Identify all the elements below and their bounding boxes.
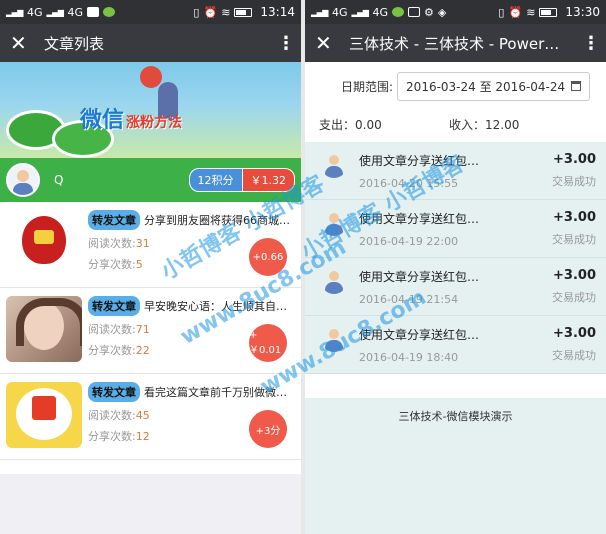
carrier-label: 4G [26,5,43,19]
signal-icon: ▂▄▆ [6,7,23,17]
clock: 13:14 [260,5,295,19]
transaction-row[interactable]: 使用文章分享送红包… 2016-04-19 22:00 +3.00 交易成功 [305,200,606,258]
transaction-status: 交易成功 [552,291,596,304]
carrier-label: 4G [372,5,388,19]
transaction-title: 使用文章分享送红包… [359,328,480,342]
transaction-date: 2016-04-19 22:00 [359,235,459,248]
transaction-title: 使用文章分享送红包… [359,154,480,168]
transaction-title: 使用文章分享送红包… [359,212,480,226]
points-badge[interactable]: 12积分 [188,168,243,192]
vibrate-icon: ▯ [193,5,200,19]
expense-total: 支出：0.00 [319,117,382,132]
article-title: 看完这篇文章前千万别做微… [144,386,287,399]
repost-tag: 转发文章 [88,296,140,316]
reward-button[interactable]: +0.66 [249,238,287,276]
article-title: 早安晚安心语：人生顺其自… [144,300,287,313]
reward-button[interactable]: +￥0.01 [249,324,287,362]
user-bar: Q 12积分 ￥1.32 [0,158,301,202]
clock: 13:30 [565,5,600,19]
message-icon [87,7,99,17]
status-bar: ▂▄▆ 4G ▂▄▆ 4G ▯ ⏰ ≋ 13:14 [0,0,301,24]
alarm-icon: ⏰ [203,5,218,19]
more-menu-icon[interactable]: ⋮ [277,33,295,54]
message-icon [408,7,420,17]
signal-icon: ▂▄▆ [351,7,369,17]
page-footer: 三体技术-微信模块演示 [305,398,606,534]
more-menu-icon[interactable]: ⋮ [582,33,600,54]
transaction-date: 2016-04-19 18:40 [359,351,459,364]
list-item[interactable]: 转发文章 看完这篇文章前千万别做微… 阅读次数:45 分享次数:12 +3分 [0,374,301,460]
settings-icon: ⚙ [424,5,434,19]
megaphone-icon [140,66,162,88]
wifi-icon: ≋ [526,5,536,19]
avatar [321,268,347,294]
list-item[interactable]: 转发文章 分享到朋友圈将获得66商城… 阅读次数:31 分享次数:5 +0.66 [0,202,301,288]
article-thumbnail [6,210,82,276]
nav-bar: ✕ 文章列表 ⋮ [0,24,301,62]
date-range-value: 2016-03-24 至 2016-04-24 [406,79,566,94]
transaction-row[interactable]: 使用文章分享送红包… 2016-04-19 18:40 +3.00 交易成功 [305,316,606,374]
avatar[interactable] [6,163,40,197]
transaction-row[interactable]: 使用文章分享送红包… 2016-04-19 21:54 +3.00 交易成功 [305,258,606,316]
vibrate-icon: ▯ [498,5,505,19]
status-bar: ▂▄▆ 4G ▂▄▆ 4G ⚙ ◈ ▯ ⏰ ≋ 13:30 [305,0,606,24]
date-range-label: 日期范围: [341,79,394,94]
date-range-input[interactable]: 2016-03-24 至 2016-04-24 [397,71,591,101]
repost-tag: 转发文章 [88,210,140,230]
transaction-status: 交易成功 [552,233,596,246]
transaction-amount: +3.00 [553,152,596,167]
battery-icon [539,7,558,17]
empty-area [0,474,301,534]
close-icon[interactable]: ✕ [315,31,349,55]
balance-summary: 支出：0.00 收入：12.00 [305,106,606,142]
transaction-amount: +3.00 [553,210,596,225]
carrier-label: 4G [67,5,83,19]
shield-icon: ◈ [437,5,447,19]
alarm-icon: ⏰ [508,5,523,19]
transaction-amount: +3.00 [553,326,596,341]
transaction-title: 使用文章分享送红包… [359,270,480,284]
transaction-date: 2016-04-19 21:54 [359,293,459,306]
signal-icon: ▂▄▆ [46,7,64,17]
article-thumbnail [6,296,82,362]
signal-icon: ▂▄▆ [311,7,328,17]
app-icon [392,7,404,17]
page-title: 文章列表 [44,34,105,53]
left-phone-screen: ▂▄▆ 4G ▂▄▆ 4G ▯ ⏰ ≋ 13:14 ✕ 文章列表 ⋮ 微信 涨粉方… [0,0,301,534]
wifi-icon: ≋ [221,5,231,19]
banner-title: 微信 涨粉方法 [80,108,183,133]
date-range-bar: 日期范围: 2016-03-24 至 2016-04-24 [305,66,606,106]
money-badge[interactable]: ￥1.32 [242,168,295,192]
repost-tag: 转发文章 [88,382,140,402]
article-title: 分享到朋友圈将获得66商城… [144,214,290,227]
transaction-status: 交易成功 [552,349,596,362]
article-thumbnail [6,382,82,448]
avatar [321,326,347,352]
nav-bar: ✕ 三体技术 - 三体技术 - Power… ⋮ [305,24,606,62]
transaction-amount: +3.00 [553,268,596,283]
right-phone-screen: ▂▄▆ 4G ▂▄▆ 4G ⚙ ◈ ▯ ⏰ ≋ 13:30 ✕ 三体技术 - 三… [305,0,606,534]
list-item[interactable]: 转发文章 早安晚安心语：人生顺其自… 阅读次数:71 分享次数:22 +￥0.01 [0,288,301,374]
app-icon [103,7,115,17]
reward-button[interactable]: +3分 [249,410,287,448]
transaction-row[interactable]: 使用文章分享送红包… 2016-04-20 15:55 +3.00 交易成功 [305,142,606,200]
transaction-status: 交易成功 [552,175,596,188]
avatar [321,152,347,178]
calendar-icon[interactable] [571,81,582,91]
close-icon[interactable]: ✕ [10,31,44,55]
income-total: 收入：12.00 [449,117,520,132]
carrier-label: 4G [331,5,348,19]
transaction-date: 2016-04-20 15:55 [359,177,459,190]
avatar [321,210,347,236]
user-name: Q [54,173,64,187]
page-title: 三体技术 - 三体技术 - Power… [349,34,560,53]
promo-banner[interactable]: 微信 涨粉方法 [0,62,301,158]
battery-icon [234,7,253,17]
